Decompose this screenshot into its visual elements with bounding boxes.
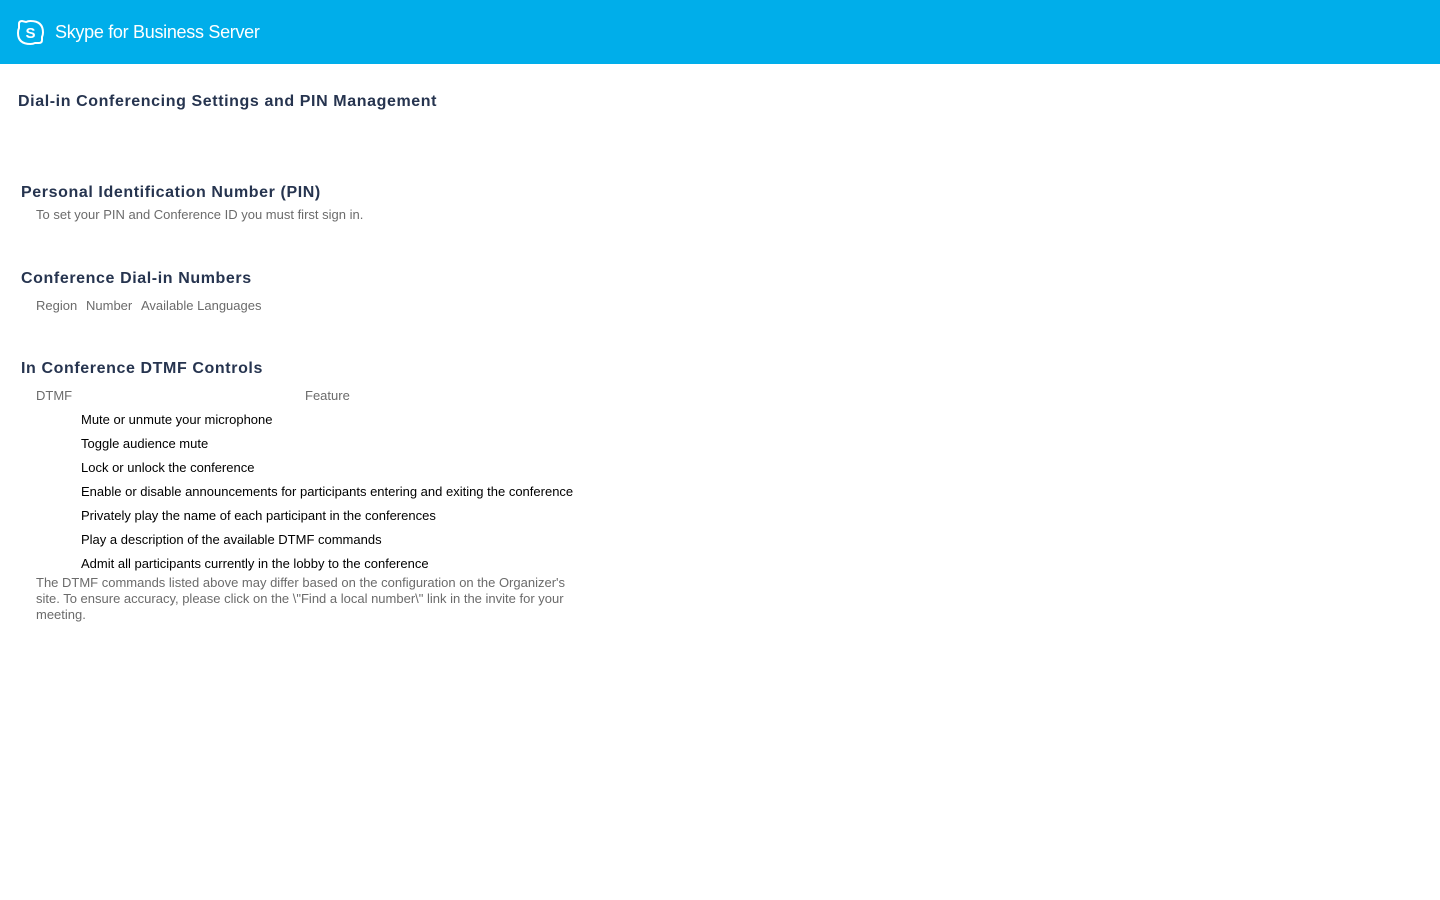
pin-sign-in-message: To set your PIN and Conference ID you mu… xyxy=(36,207,364,222)
brand-logo: S Skype for Business Server xyxy=(16,18,260,47)
skype-logo-icon: S xyxy=(16,19,45,46)
dtmf-col-dtmf: DTMF xyxy=(36,388,73,403)
dtmf-feature-row: Mute or unmute your microphone xyxy=(81,412,273,427)
page-title: Dial-in Conferencing Settings and PIN Ma… xyxy=(18,93,438,110)
pin-section-heading: Personal Identification Number (PIN) xyxy=(21,184,321,201)
dialin-col-languages: Available Languages xyxy=(141,298,262,313)
dialin-col-number: Number xyxy=(86,298,133,313)
dtmf-feature-row: Admit all participants currently in the … xyxy=(81,556,429,571)
header-bar: S Skype for Business Server xyxy=(0,0,1440,64)
dtmf-feature-row: Lock or unlock the conference xyxy=(81,460,255,475)
dtmf-disclaimer-note: The DTMF commands listed above may diffe… xyxy=(36,575,566,622)
dialin-col-region: Region xyxy=(36,298,78,313)
dialin-section-heading: Conference Dial-in Numbers xyxy=(21,270,252,287)
dtmf-feature-row: Play a description of the available DTMF… xyxy=(81,532,382,547)
dtmf-section-heading: In Conference DTMF Controls xyxy=(21,360,263,377)
dtmf-col-feature: Feature xyxy=(305,388,350,403)
brand-name: Skype for Business Server xyxy=(55,22,260,42)
dtmf-feature-row: Enable or disable announcements for part… xyxy=(81,484,574,499)
svg-text:S: S xyxy=(25,25,35,42)
dtmf-feature-row: Privately play the name of each particip… xyxy=(81,508,436,523)
dtmf-feature-row: Toggle audience mute xyxy=(81,436,209,451)
